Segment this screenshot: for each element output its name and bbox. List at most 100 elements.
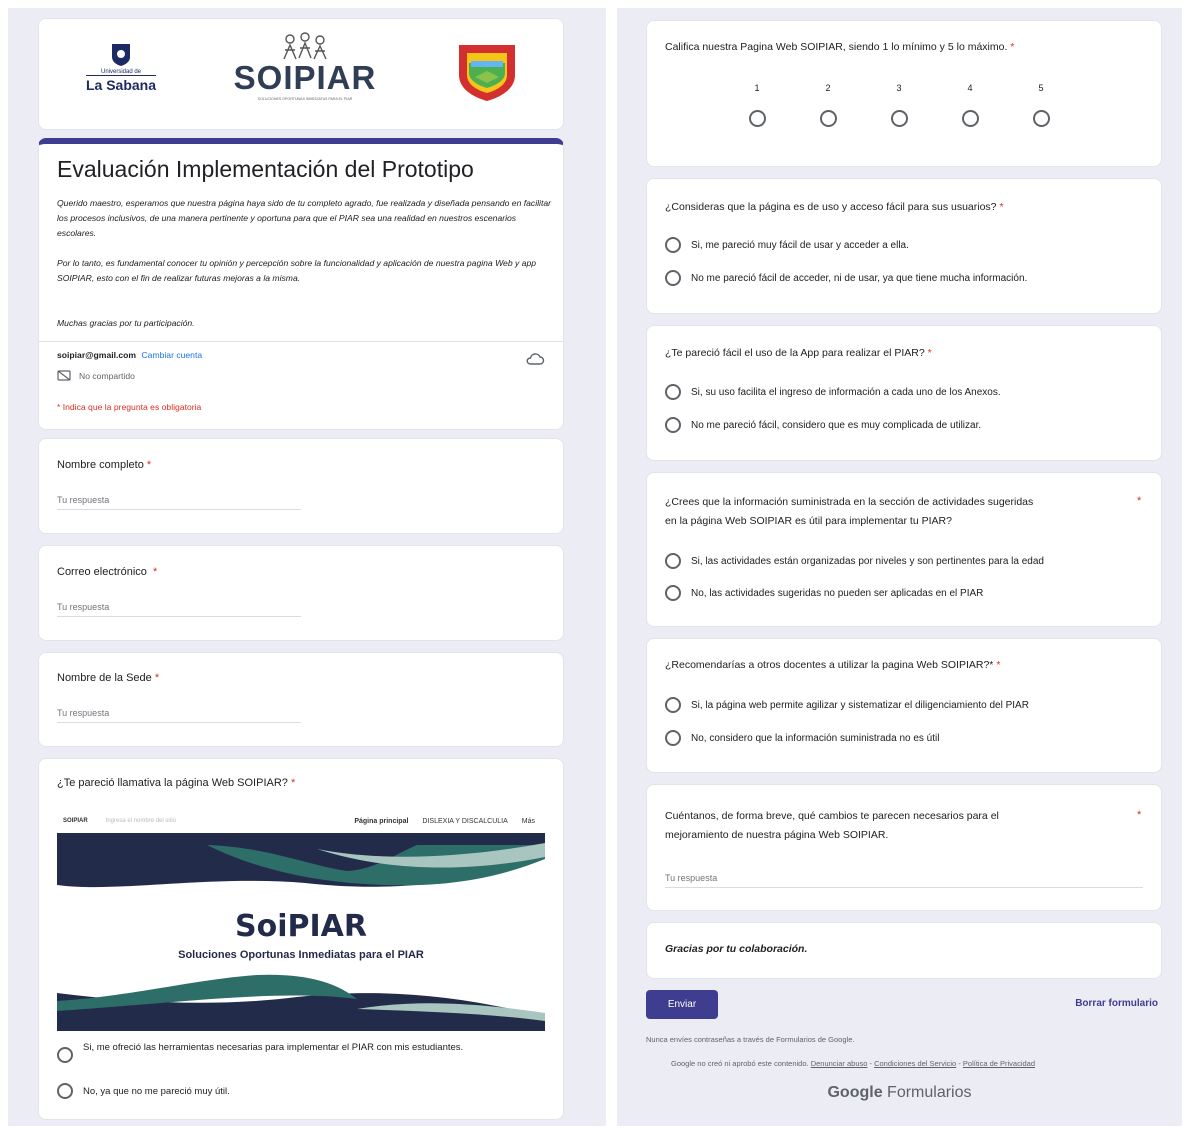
radio-button[interactable]: [890, 110, 908, 128]
school-crest: [455, 41, 519, 108]
option-attractive-yes[interactable]: Si, me ofreció las herramientas necesari…: [57, 1041, 513, 1063]
rating-number: 3: [896, 83, 902, 93]
disclaimer-text: Google no creó ni aprobó este contenido.: [671, 1059, 809, 1068]
intro-divider: [39, 341, 563, 342]
option-recommend-yes[interactable]: Si, la página web permite agilizar y sis…: [665, 697, 1029, 713]
required-note: * Indica que la pregunta es obligatoria: [57, 402, 202, 412]
radio-button[interactable]: [1032, 110, 1050, 128]
site-input[interactable]: Tu respuesta: [57, 708, 301, 723]
question-label: ¿Consideras que la página es de uso y ac…: [665, 201, 1004, 213]
option-label: Si, las actividades están organizadas po…: [691, 555, 1044, 567]
google-wordmark: Google: [827, 1084, 883, 1101]
option-easy-site-yes[interactable]: Si, me pareció muy fácil de usar y acced…: [665, 237, 909, 253]
option-label: No, ya que no me pareció muy útil.: [83, 1085, 230, 1097]
intro-card: Evaluación Implementación del Prototipo …: [38, 138, 564, 430]
thanks-text: Gracias por tu colaboración.: [665, 943, 808, 955]
option-label: No me pareció fácil de acceder, ni de us…: [691, 272, 1028, 284]
preview-nav-more: Más: [521, 817, 535, 825]
option-recommend-no[interactable]: No, considero que la información suminis…: [665, 730, 939, 746]
email-input[interactable]: Tu respuesta: [57, 602, 301, 617]
not-shared-row: No compartido: [57, 370, 135, 381]
privacy-link[interactable]: Política de Privacidad: [963, 1059, 1035, 1068]
preview-search: Ingresa el nombre del sitio: [105, 818, 177, 824]
soipiar-logo: SOIPIAR SOLUCIONES OPORTUNAS INMEDIATAS …: [215, 31, 395, 121]
question-card-email: Correo electrónico * Tu respuesta: [38, 545, 564, 641]
report-abuse-link[interactable]: Denunciar abuso: [811, 1059, 868, 1068]
rating-option-5[interactable]: 5: [1031, 83, 1051, 128]
crest-icon: [459, 45, 515, 101]
option-label: Si, la página web permite agilizar y sis…: [691, 699, 1029, 711]
sabana-logo: Universidad de La Sabana: [71, 43, 171, 109]
radio-button[interactable]: [665, 697, 681, 713]
rating-option-3[interactable]: 3: [889, 83, 909, 128]
name-input[interactable]: Tu respuesta: [57, 495, 301, 510]
radio-button[interactable]: [819, 110, 837, 128]
option-label: Si, me ofreció las herramientas necesari…: [83, 1042, 464, 1053]
question-label-line2: en la página Web SOIPIAR es útil para im…: [665, 514, 952, 527]
account-row: soipiar@gmail.com Cambiar cuenta: [57, 350, 202, 360]
radio-button[interactable]: [57, 1047, 73, 1063]
option-easy-app-no[interactable]: No me pareció fácil, considero que es mu…: [665, 417, 981, 433]
submit-button[interactable]: Enviar: [646, 990, 718, 1019]
children-icon: [283, 32, 327, 60]
sabana-logo-line2: La Sabana: [85, 75, 157, 93]
rating-number: 1: [754, 83, 760, 93]
soipiar-wordmark: SOIPIAR: [233, 59, 377, 96]
radio-button[interactable]: [57, 1083, 73, 1099]
terms-link[interactable]: Condiciones del Servicio: [874, 1059, 956, 1068]
radio-button[interactable]: [665, 553, 681, 569]
option-label: No, considero que la información suminis…: [691, 732, 940, 744]
changes-input[interactable]: Tu respuesta: [665, 873, 1143, 888]
radio-button[interactable]: [665, 585, 681, 601]
question-label: ¿Crees que la información suministrada e…: [665, 493, 1033, 531]
radio-button[interactable]: [665, 237, 681, 253]
radio-button[interactable]: [665, 270, 681, 286]
question-card-easy-app: ¿Te pareció fácil el uso de la App para …: [646, 325, 1162, 461]
option-label: No me pareció fácil, considero que es mu…: [691, 419, 982, 431]
form-title: Evaluación Implementación del Prototipo: [57, 156, 474, 182]
question-label: Nombre completo *: [57, 459, 152, 471]
required-asterisk: *: [1137, 809, 1142, 821]
legal-line: Google no creó ni aprobó este contenido.…: [671, 1059, 1036, 1068]
password-warning: Nunca envíes contraseñas a través de For…: [646, 1035, 855, 1044]
question-label: ¿Recomendarías a otros docentes a utiliz…: [665, 659, 1001, 671]
form-column-left: Universidad de La Sabana SOIPIAR SOLUCIO…: [8, 8, 606, 1126]
preview-subtitle: Soluciones Oportunas Inmediatas para el …: [178, 949, 424, 961]
preview-navbar: SOIPIAR Ingresa el nombre del sitio Pági…: [57, 809, 545, 833]
not-shared-label: No compartido: [79, 370, 135, 381]
option-activities-yes[interactable]: Si, las actividades están organizadas po…: [665, 553, 1044, 569]
preview-nav-home: Página principal: [354, 817, 409, 825]
radio-button[interactable]: [665, 730, 681, 746]
rating-scale: 1 2 3 4 5: [747, 83, 1051, 128]
rating-number: 2: [825, 83, 831, 93]
radio-button[interactable]: [961, 110, 979, 128]
preview-title: SoiPIAR: [235, 909, 367, 944]
question-label: Califica nuestra Pagina Web SOIPIAR, sie…: [665, 41, 1015, 53]
rating-option-2[interactable]: 2: [818, 83, 838, 128]
required-asterisk: *: [1137, 495, 1142, 507]
question-label: Correo electrónico *: [57, 566, 158, 578]
question-card-easy-site: ¿Consideras que la página es de uso y ac…: [646, 178, 1162, 314]
rating-option-4[interactable]: 4: [960, 83, 980, 128]
option-easy-site-no[interactable]: No me pareció fácil de acceder, ni de us…: [665, 270, 1027, 286]
question-card-rating: Califica nuestra Pagina Web SOIPIAR, sie…: [646, 20, 1162, 167]
account-email: soipiar@gmail.com: [57, 350, 137, 360]
cloud-icon[interactable]: [525, 352, 545, 366]
clear-form-link[interactable]: Borrar formulario: [1075, 998, 1158, 1009]
question-label-line1: ¿Crees que la información suministrada e…: [665, 496, 1034, 508]
question-label-line1: Cuéntanos, de forma breve, qué cambios t…: [665, 810, 999, 822]
rating-option-1[interactable]: 1: [747, 83, 767, 128]
question-label: Nombre de la Sede *: [57, 672, 160, 684]
radio-button[interactable]: [748, 110, 766, 128]
question-card-site: Nombre de la Sede * Tu respuesta: [38, 652, 564, 747]
radio-button[interactable]: [665, 417, 681, 433]
option-attractive-no[interactable]: No, ya que no me pareció muy útil.: [57, 1083, 230, 1099]
question-card-activities: ¿Crees que la información suministrada e…: [646, 472, 1162, 627]
option-easy-app-yes[interactable]: Si, su uso facilita el ingreso de inform…: [665, 384, 1001, 400]
option-label: Si, su uso facilita el ingreso de inform…: [691, 386, 1001, 398]
option-activities-no[interactable]: No, las actividades sugeridas no pueden …: [665, 585, 983, 601]
preview-brand: SOIPIAR: [63, 818, 88, 824]
radio-button[interactable]: [665, 384, 681, 400]
switch-account-link[interactable]: Cambiar cuenta: [141, 350, 202, 360]
question-label: ¿Te pareció llamativa la página Web SOIP…: [57, 777, 296, 789]
